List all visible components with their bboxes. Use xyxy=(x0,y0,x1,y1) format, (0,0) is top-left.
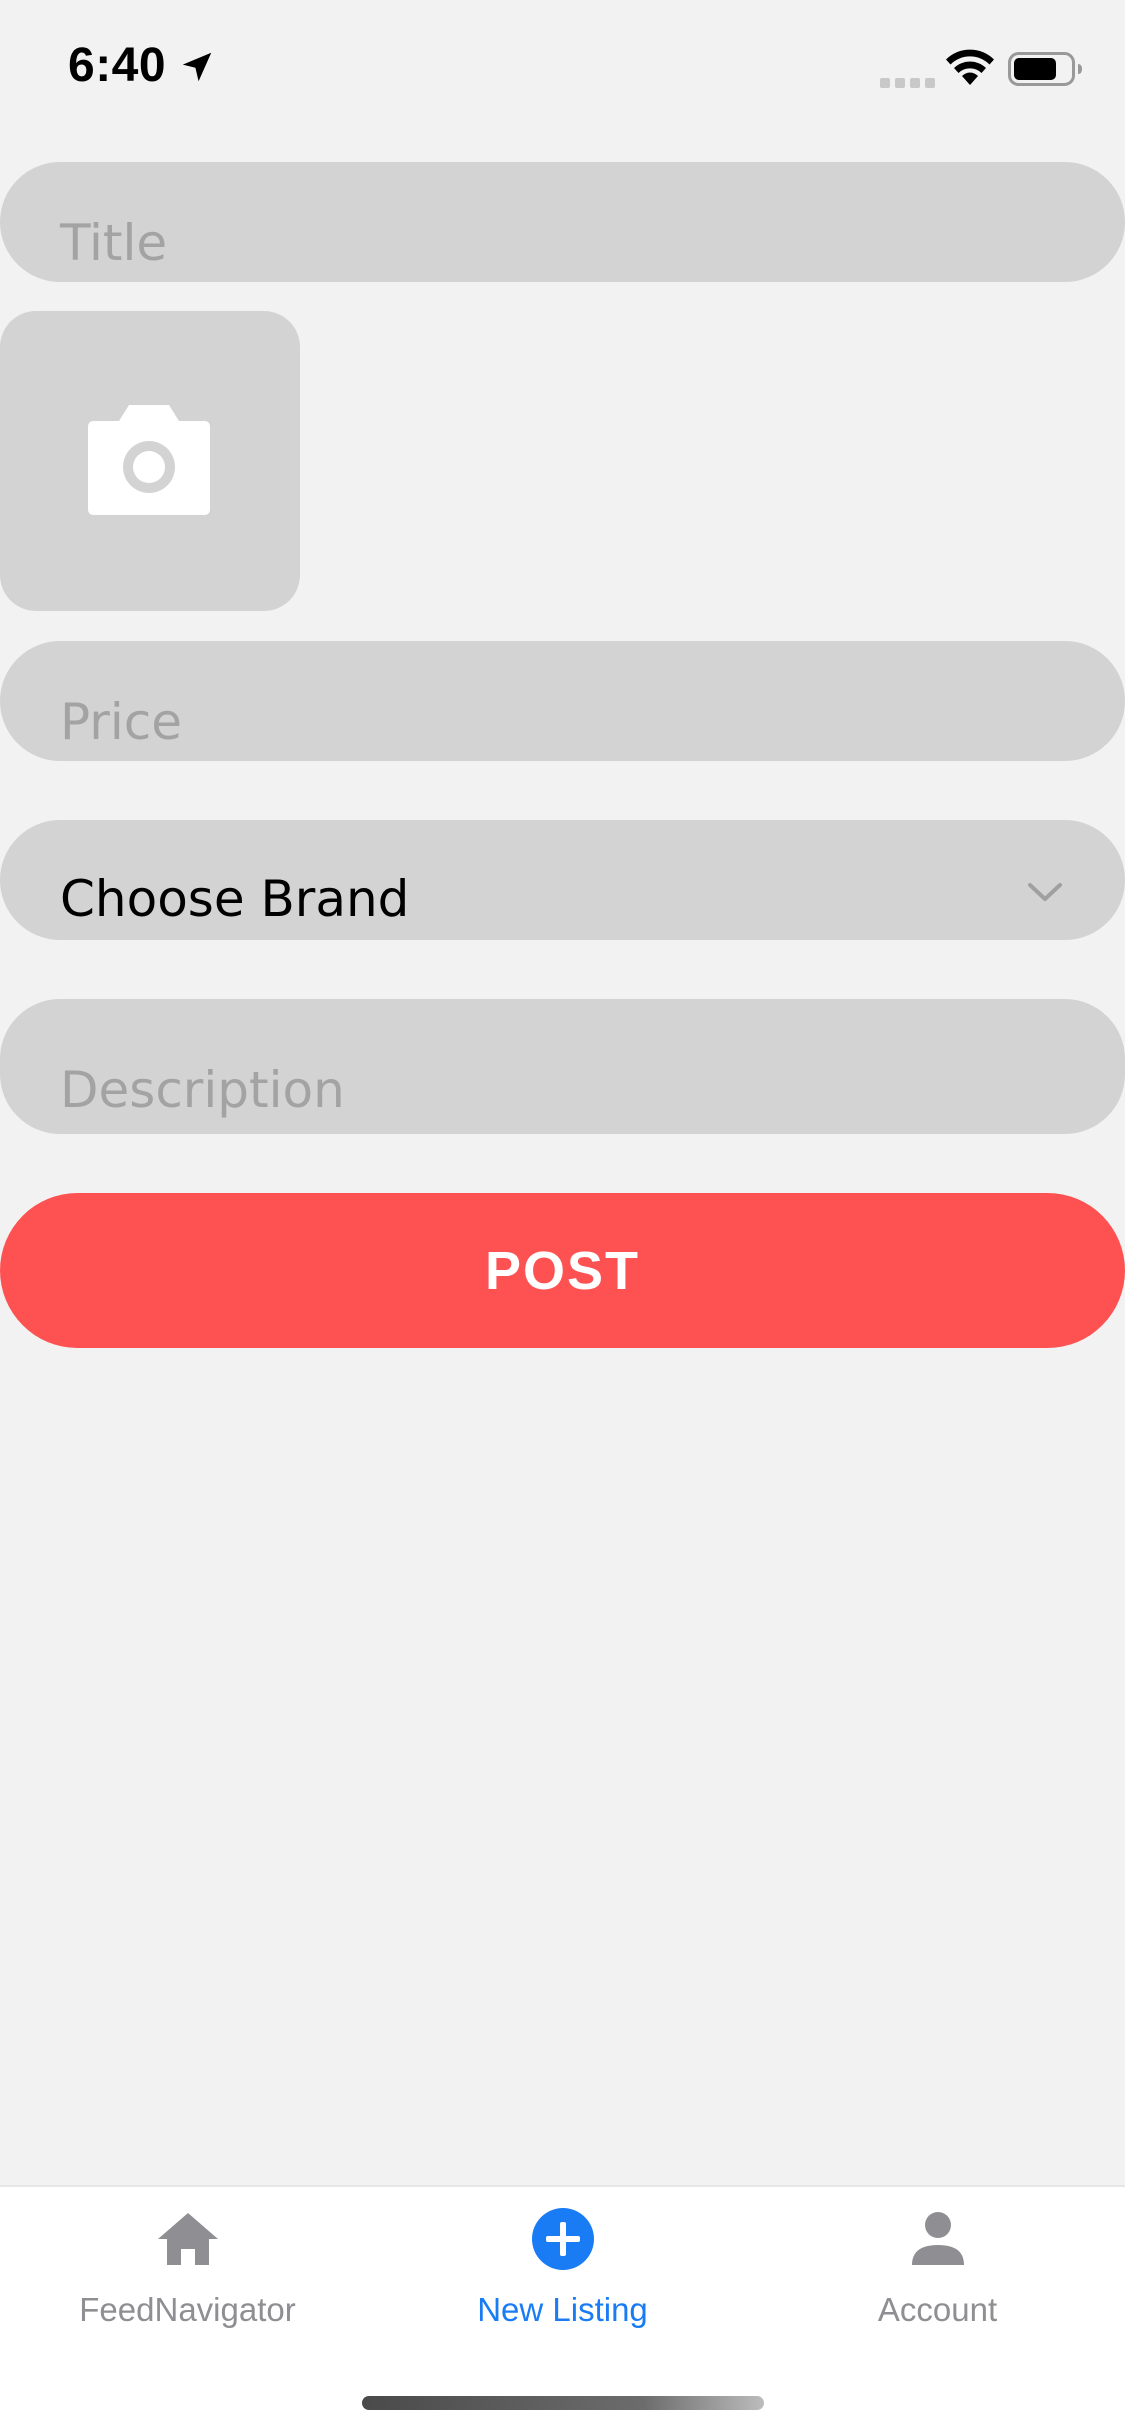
status-bar: 6:40 xyxy=(0,0,1125,140)
person-icon xyxy=(911,2212,964,2265)
tab-new-listing-label: New Listing xyxy=(477,2291,648,2328)
status-time: 6:40 xyxy=(68,39,167,92)
description-input[interactable]: Description xyxy=(0,999,1125,1134)
tab-account-label: Account xyxy=(877,2291,998,2328)
brand-select[interactable]: Choose Brand xyxy=(0,820,1125,940)
plus-circle-icon xyxy=(531,2208,594,2270)
camera-icon xyxy=(88,405,210,515)
description-placeholder: Description xyxy=(60,1061,345,1119)
new-listing-screen: 6:40 Title Price Choose Brand Descriptio… xyxy=(0,0,1125,2436)
brand-select-value: Choose Brand xyxy=(60,870,410,928)
chevron-down-icon xyxy=(1028,883,1062,901)
battery-icon xyxy=(1008,52,1082,86)
tab-feed-navigator[interactable]: FeedNavigator xyxy=(0,2187,375,2367)
home-indicator[interactable] xyxy=(362,2396,764,2410)
title-placeholder: Title xyxy=(60,214,168,272)
home-icon xyxy=(157,2213,218,2265)
title-input[interactable]: Title xyxy=(0,162,1125,282)
price-placeholder: Price xyxy=(60,693,182,751)
photo-picker-button[interactable] xyxy=(0,311,300,611)
post-button[interactable]: POST xyxy=(0,1193,1125,1348)
price-input[interactable]: Price xyxy=(0,641,1125,761)
tab-new-listing[interactable]: New Listing xyxy=(375,2187,750,2367)
location-arrow-icon xyxy=(182,52,212,82)
signal-icon xyxy=(880,78,935,88)
wifi-icon xyxy=(946,49,994,85)
tab-account[interactable]: Account xyxy=(750,2187,1125,2367)
tab-feed-navigator-label: FeedNavigator xyxy=(79,2291,296,2328)
